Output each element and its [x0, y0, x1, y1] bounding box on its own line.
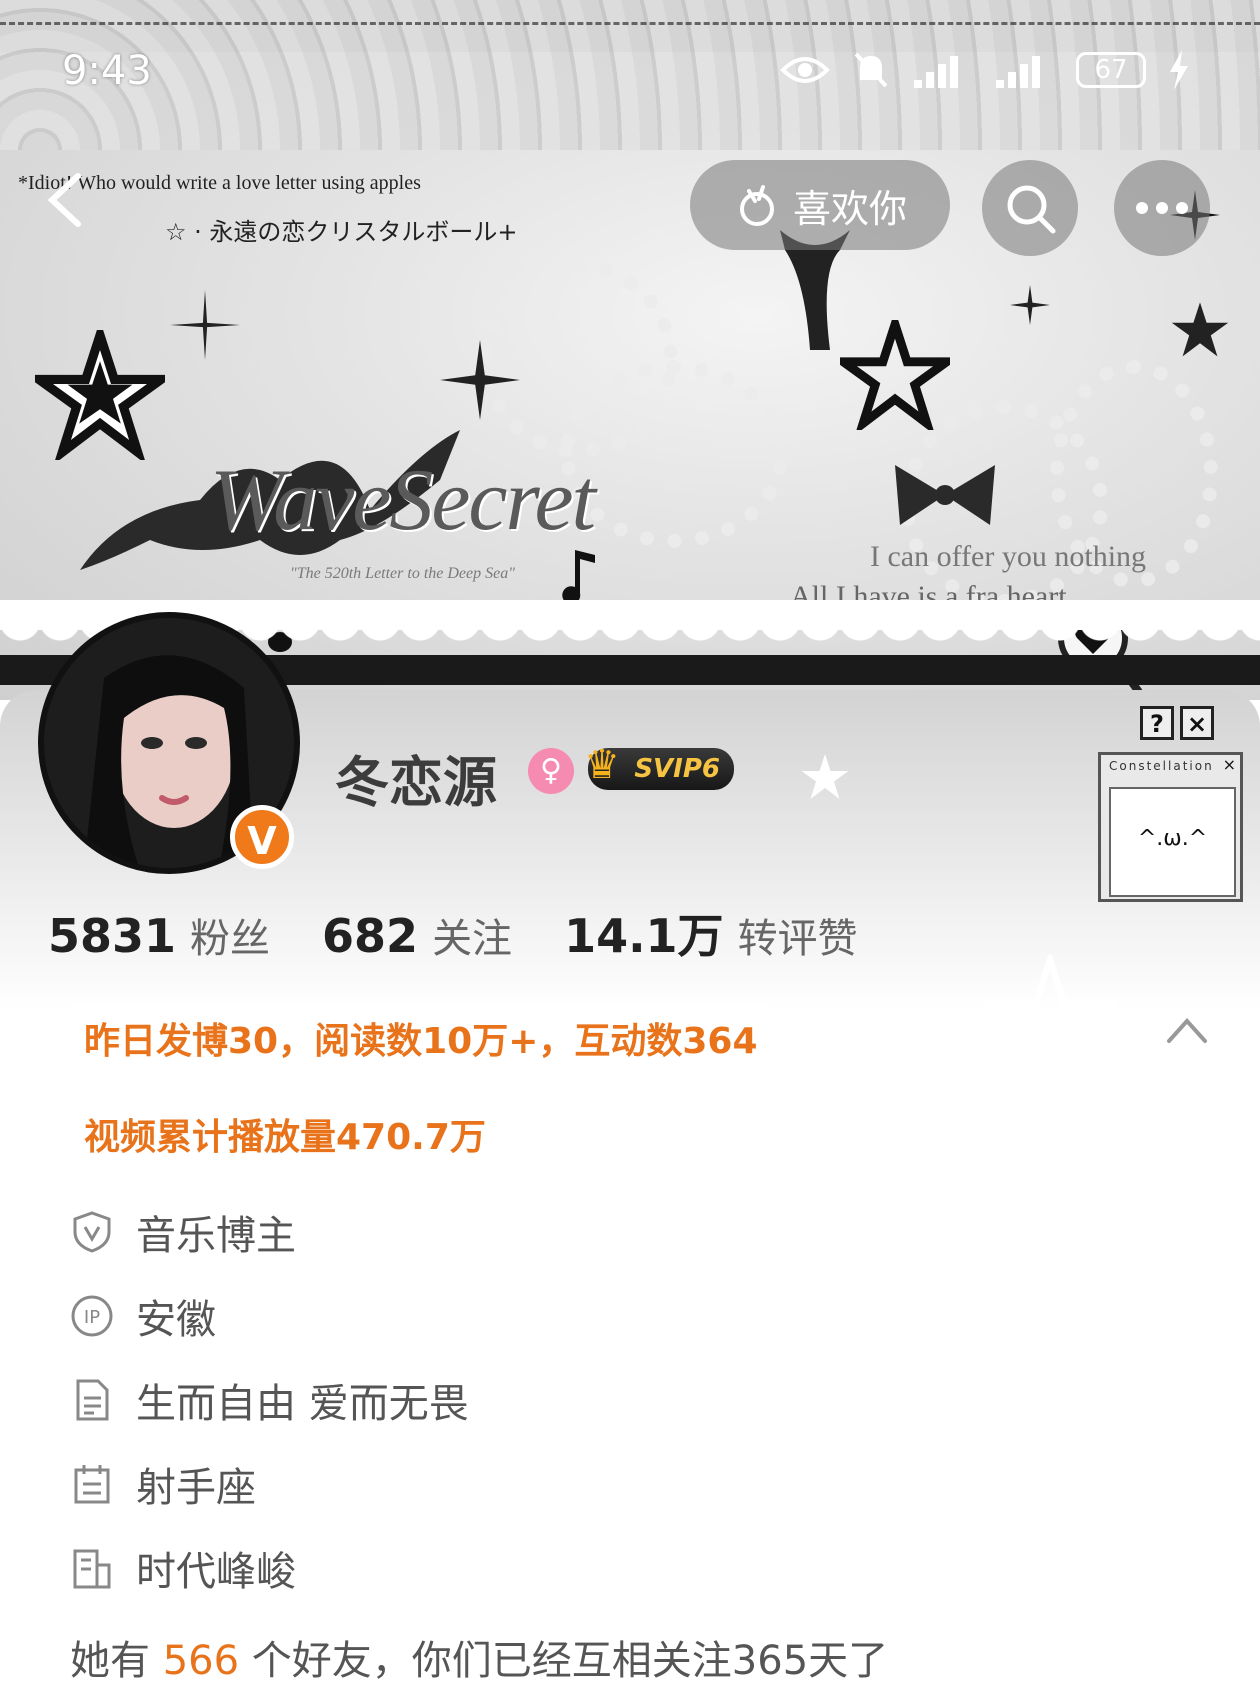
following-count[interactable]: 682: [322, 909, 418, 963]
interactions-count: 14.1万: [564, 909, 724, 963]
friends-prefix: 她有: [70, 1638, 150, 1684]
profile-stats: 5831 粉丝 682 关注 14.1万 转评赞: [48, 900, 910, 966]
interactions-label: 转评赞: [737, 916, 858, 962]
heart-hand-icon: [739, 185, 774, 226]
friends-suffix: 个好友，你们已经互相关注365天了: [251, 1638, 889, 1684]
status-time: 9:43: [62, 48, 152, 94]
banner-dash-line: [0, 22, 1260, 25]
company-icon: [73, 1549, 111, 1589]
sparkle-icon: [170, 290, 240, 360]
close-button: ×: [1180, 706, 1214, 740]
search-button[interactable]: [982, 160, 1078, 256]
banner-logo-subtitle: "The 520th Letter to the Deep Sea": [290, 565, 515, 582]
music-note-icon: [562, 550, 595, 605]
status-icons: 67: [780, 50, 1190, 90]
star-icon: [1171, 302, 1229, 357]
info-row-company: 时代峰峻: [70, 1539, 296, 1597]
charging-icon: [1170, 50, 1188, 90]
banner-caption: I can offer you nothing: [870, 540, 1147, 573]
help-button: ?: [1140, 706, 1174, 740]
window-controls: ? ×: [1140, 706, 1214, 740]
more-button[interactable]: [1114, 160, 1210, 256]
constellation-face: ^.ω.^: [1109, 787, 1236, 897]
pearl-decoration: [560, 360, 788, 548]
signal-icon: [914, 56, 958, 88]
info-text: 安徽: [136, 1297, 216, 1343]
info-row-ip: IP 安徽: [70, 1287, 216, 1345]
close-icon: ×: [1222, 755, 1236, 774]
mutual-friends-text[interactable]: 她有 566 个好友，你们已经互相关注365天了: [70, 1628, 888, 1686]
star-icon: [801, 754, 849, 799]
document-icon: [76, 1379, 109, 1421]
friends-count: 566: [162, 1638, 240, 1684]
ip-icon: IP: [71, 1295, 113, 1337]
sparkle-icon: [1010, 285, 1050, 325]
banner-logo: WaveSecret: [210, 452, 596, 549]
video-plays-text[interactable]: 视频累计播放量470.7万: [84, 1108, 486, 1160]
more-icon: [1136, 202, 1188, 214]
like-you-label: 喜欢你: [792, 186, 907, 231]
info-row-zodiac: 射手座: [70, 1455, 256, 1513]
battery-indicator: 67: [1076, 52, 1146, 88]
banner-caption: ☆ · 永遠の恋クリスタルボール+: [165, 218, 518, 246]
bow-icon: [895, 465, 995, 525]
info-text: 音乐博主: [136, 1213, 296, 1259]
info-row-bio: 生而自由 爱而无畏: [70, 1371, 469, 1429]
following-label[interactable]: 关注: [432, 906, 512, 964]
signal-icon: [996, 56, 1040, 88]
crown-icon: ♛: [584, 742, 620, 788]
eye-icon: [780, 57, 830, 83]
followers-label[interactable]: 粉丝: [190, 906, 270, 964]
constellation-title: Constellation: [1109, 759, 1214, 773]
verified-shield-icon: [73, 1211, 111, 1253]
search-icon: [1007, 185, 1056, 234]
constellation-window: Constellation × ^.ω.^: [1098, 752, 1243, 902]
verified-badge: V: [230, 805, 294, 869]
info-row-role: 音乐博主: [70, 1203, 296, 1261]
daily-stats-text[interactable]: 昨日发博30，阅读数10万+，互动数364: [84, 1012, 758, 1064]
profile-banner: *Idiot! Who would write a love letter us…: [0, 0, 1260, 700]
star-outline-icon: [985, 955, 1115, 1085]
followers-count[interactable]: 5831: [48, 909, 176, 963]
mute-icon: [854, 52, 888, 88]
chevron-up-icon[interactable]: [1165, 1015, 1209, 1045]
back-icon[interactable]: [40, 170, 90, 230]
calendar-icon: [74, 1465, 110, 1504]
info-text: 时代峰峻: [136, 1549, 296, 1595]
profile-name: 冬恋源: [335, 751, 497, 814]
info-text: 生而自由 爱而无畏: [136, 1381, 469, 1427]
svg-text:IP: IP: [84, 1307, 100, 1328]
gender-female-icon: ♀: [528, 748, 574, 794]
info-text: 射手座: [136, 1465, 256, 1511]
like-you-button[interactable]: 喜欢你: [690, 160, 950, 250]
